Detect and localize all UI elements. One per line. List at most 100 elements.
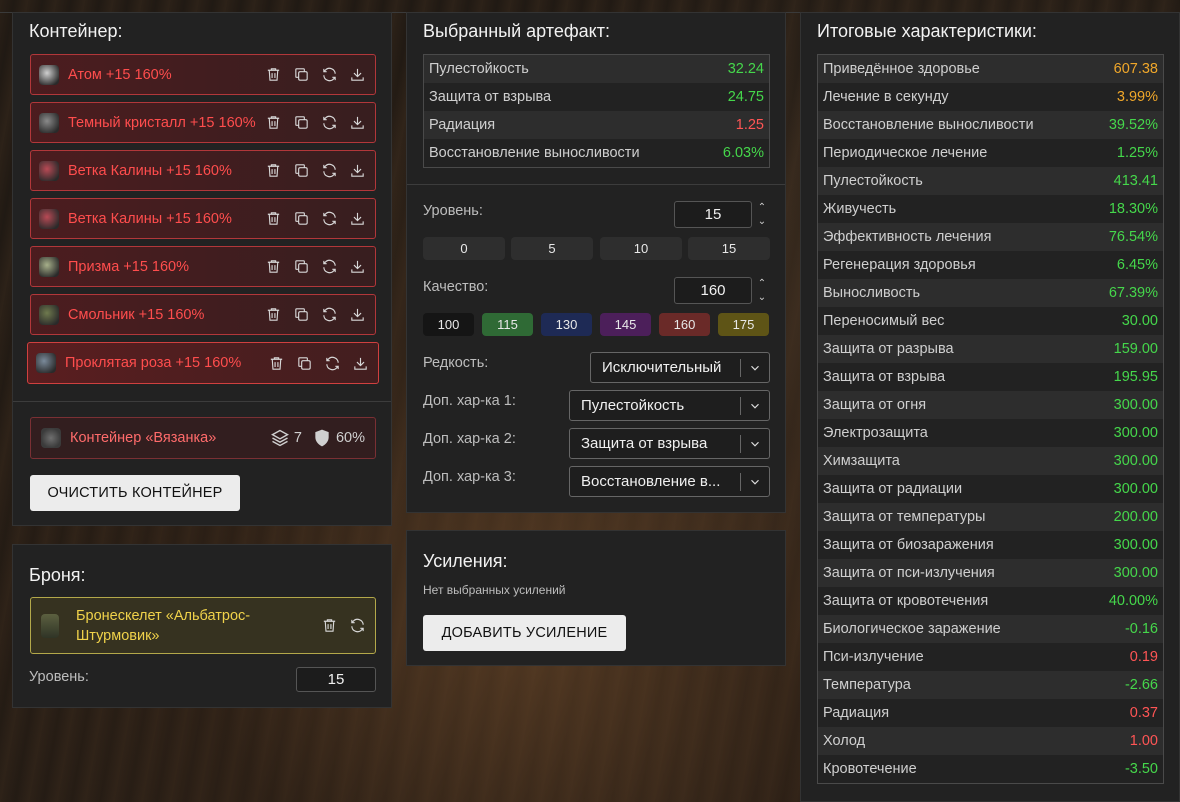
armor-actions bbox=[320, 616, 367, 635]
quality-preset-button[interactable]: 115 bbox=[482, 313, 533, 336]
quality-up-icon[interactable]: ⌃ bbox=[756, 278, 768, 290]
extra2-select[interactable]: Защита от взрыва bbox=[569, 428, 770, 459]
stat-value: -0.16 bbox=[1124, 621, 1158, 637]
stat-value: 159.00 bbox=[1113, 341, 1158, 357]
download-icon[interactable] bbox=[348, 161, 367, 180]
delete-icon[interactable] bbox=[320, 616, 339, 635]
copy-icon[interactable] bbox=[292, 209, 311, 228]
replace-icon[interactable] bbox=[320, 161, 339, 180]
artifact-item[interactable]: Темный кристалл +15 160% bbox=[30, 102, 376, 143]
divider bbox=[13, 401, 391, 402]
delete-icon[interactable] bbox=[264, 257, 283, 276]
level-preset-button[interactable]: 5 bbox=[511, 237, 593, 260]
artifact-item[interactable]: Проклятая роза +15 160% bbox=[27, 342, 379, 384]
level-down-icon[interactable]: ⌄ bbox=[756, 216, 768, 228]
container-capacity-value: 7 bbox=[293, 430, 302, 446]
smolnik-icon bbox=[39, 304, 59, 325]
stat-value: 300.00 bbox=[1113, 565, 1158, 581]
quality-preset-button[interactable]: 145 bbox=[600, 313, 651, 336]
quality-preset-button[interactable]: 175 bbox=[718, 313, 769, 336]
quality-input[interactable]: 160 bbox=[674, 277, 752, 304]
replace-icon[interactable] bbox=[323, 354, 342, 373]
stat-value: 6.45% bbox=[1116, 257, 1158, 273]
replace-icon[interactable] bbox=[320, 65, 339, 84]
stat-label: Переносимый вес bbox=[823, 313, 945, 329]
download-icon[interactable] bbox=[351, 354, 370, 373]
stat-value: 195.95 bbox=[1113, 369, 1158, 385]
level-input[interactable]: 15 bbox=[674, 201, 752, 228]
artifact-title: Выбранный артефакт: bbox=[423, 21, 610, 41]
quality-preset-button[interactable]: 160 bbox=[659, 313, 710, 336]
replace-icon[interactable] bbox=[320, 305, 339, 324]
delete-icon[interactable] bbox=[267, 354, 286, 373]
download-icon[interactable] bbox=[348, 209, 367, 228]
quality-down-icon[interactable]: ⌄ bbox=[756, 292, 768, 304]
quality-preset-button[interactable]: 100 bbox=[423, 313, 474, 336]
delete-icon[interactable] bbox=[264, 161, 283, 180]
artifact-item[interactable]: Атом +15 160% bbox=[30, 54, 376, 95]
stat-row: Выносливость 67.39% bbox=[818, 279, 1163, 307]
download-icon[interactable] bbox=[348, 257, 367, 276]
artifact-item[interactable]: Призма +15 160% bbox=[30, 246, 376, 287]
stat-value: 607.38 bbox=[1113, 61, 1158, 77]
download-icon[interactable] bbox=[348, 65, 367, 84]
delete-icon[interactable] bbox=[264, 305, 283, 324]
copy-icon[interactable] bbox=[292, 113, 311, 132]
stat-label: Пси-излучение bbox=[823, 649, 924, 665]
replace-icon[interactable] bbox=[320, 257, 339, 276]
level-preset-button[interactable]: 15 bbox=[688, 237, 770, 260]
armor-title: Броня: bbox=[29, 565, 86, 585]
armor-card[interactable]: Бронескелет «Альбатрос-Штурмовик» bbox=[30, 597, 376, 654]
level-preset-button[interactable]: 0 bbox=[423, 237, 505, 260]
extra1-select[interactable]: Пулестойкость bbox=[569, 390, 770, 421]
extra2-label: Доп. хар-ка 2: bbox=[423, 431, 516, 447]
quality-preset-button[interactable]: 130 bbox=[541, 313, 592, 336]
armor-level-input[interactable]: 15 bbox=[296, 667, 376, 692]
delete-icon[interactable] bbox=[264, 65, 283, 84]
artifact-item[interactable]: Ветка Калины +15 160% bbox=[30, 150, 376, 191]
level-preset-button[interactable]: 10 bbox=[600, 237, 682, 260]
stat-value: 300.00 bbox=[1113, 397, 1158, 413]
artifact-item-name: Ветка Калины +15 160% bbox=[68, 162, 232, 179]
stat-row: Пулестойкость 32.24 bbox=[424, 55, 769, 83]
stat-value: 300.00 bbox=[1113, 537, 1158, 553]
stat-value: 413.41 bbox=[1113, 173, 1158, 189]
artifact-item[interactable]: Ветка Калины +15 160% bbox=[30, 198, 376, 239]
replace-icon[interactable] bbox=[320, 209, 339, 228]
extra1-label: Доп. хар-ка 1: bbox=[423, 393, 516, 409]
copy-icon[interactable] bbox=[292, 65, 311, 84]
delete-icon[interactable] bbox=[264, 113, 283, 132]
copy-icon[interactable] bbox=[295, 354, 314, 373]
replace-icon[interactable] bbox=[348, 616, 367, 635]
stat-row: Защита от биозаражения 300.00 bbox=[818, 531, 1163, 559]
stat-row: Периодическое лечение 1.25% bbox=[818, 139, 1163, 167]
armor-icon bbox=[41, 613, 59, 638]
chevron-down-icon bbox=[741, 437, 769, 451]
download-icon[interactable] bbox=[348, 113, 367, 132]
copy-icon[interactable] bbox=[292, 161, 311, 180]
rarity-select[interactable]: Исключительный bbox=[590, 352, 770, 383]
download-icon[interactable] bbox=[348, 305, 367, 324]
artifact-item[interactable]: Смольник +15 160% bbox=[30, 294, 376, 335]
container-card[interactable]: Контейнер «Вязанка» 7 60% bbox=[30, 417, 376, 459]
stat-value: 40.00% bbox=[1108, 593, 1158, 609]
replace-icon[interactable] bbox=[320, 113, 339, 132]
stat-row: Восстановление выносливости 6.03% bbox=[424, 139, 769, 167]
stat-label: Биологическое заражение bbox=[823, 621, 1001, 637]
stat-row: Эффективность лечения 76.54% bbox=[818, 223, 1163, 251]
stat-label: Радиация bbox=[823, 705, 890, 721]
copy-icon[interactable] bbox=[292, 305, 311, 324]
stat-label: Защита от взрыва bbox=[429, 89, 552, 105]
copy-icon[interactable] bbox=[292, 257, 311, 276]
artifact-item-name: Смольник +15 160% bbox=[68, 306, 205, 323]
delete-icon[interactable] bbox=[264, 209, 283, 228]
add-boost-button[interactable]: ДОБАВИТЬ УСИЛЕНИЕ bbox=[423, 615, 626, 651]
extra3-select[interactable]: Восстановление в... bbox=[569, 466, 770, 497]
level-up-icon[interactable]: ⌃ bbox=[756, 202, 768, 214]
stat-label: Температура bbox=[823, 677, 911, 693]
clear-container-button[interactable]: ОЧИСТИТЬ КОНТЕЙНЕР bbox=[30, 475, 240, 511]
divider bbox=[407, 184, 785, 185]
artifact-actions bbox=[264, 257, 367, 276]
viburnum-branch-icon bbox=[39, 160, 59, 181]
stat-value: 0.37 bbox=[1129, 705, 1158, 721]
